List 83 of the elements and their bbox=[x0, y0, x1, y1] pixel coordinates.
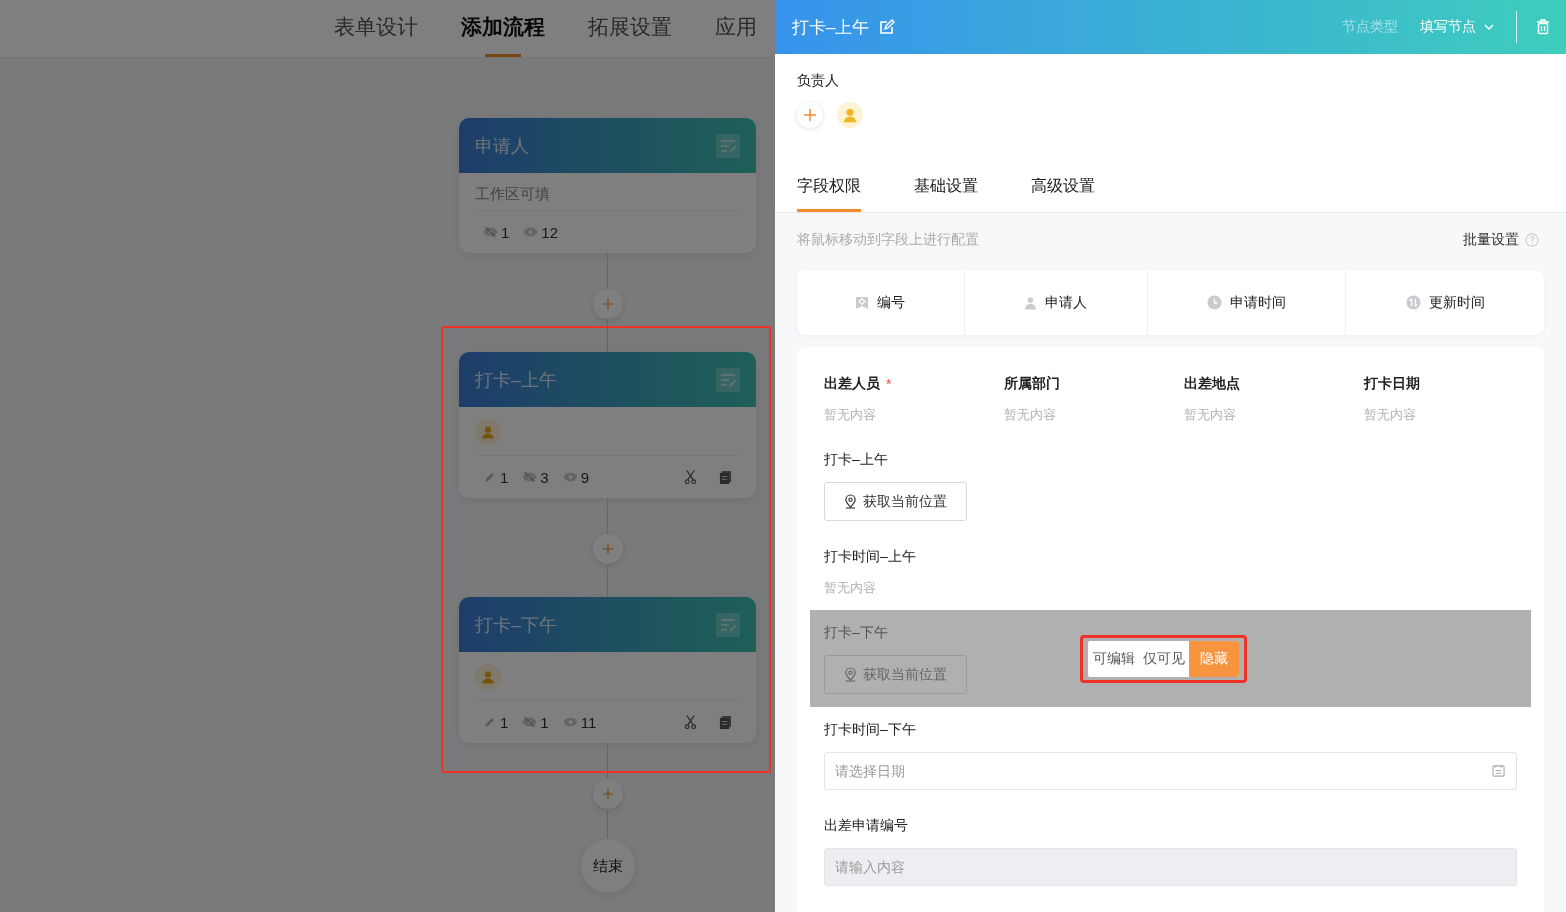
node-title: 申请人 bbox=[475, 134, 530, 158]
field-label: 打卡时间–上午 bbox=[824, 548, 916, 566]
field-label: 打卡日期 bbox=[1364, 375, 1420, 393]
get-location-button[interactable]: 获取当前位置 bbox=[824, 655, 967, 694]
copy-icon[interactable] bbox=[719, 469, 732, 485]
count-value: 12 bbox=[541, 223, 559, 241]
eye-icon bbox=[523, 226, 539, 238]
update-icon bbox=[1405, 295, 1421, 310]
add-node-button[interactable] bbox=[592, 779, 623, 809]
tag-icon bbox=[855, 295, 870, 310]
flow-node-card[interactable]: 打卡–上午 1 3 9 bbox=[459, 352, 756, 498]
system-field-label: 编号 bbox=[877, 293, 906, 312]
node-title: 打卡–下午 bbox=[475, 613, 558, 637]
count-value: 9 bbox=[580, 468, 590, 486]
pencil-icon bbox=[483, 715, 497, 729]
trash-icon[interactable] bbox=[1536, 19, 1550, 35]
field-label: 出差地点 bbox=[1184, 375, 1240, 393]
plus-icon bbox=[601, 298, 614, 310]
field-value: 暂无内容 bbox=[1004, 406, 1057, 424]
avatar-icon bbox=[475, 419, 501, 445]
add-node-button[interactable] bbox=[592, 289, 623, 319]
page-tab[interactable]: 应用 bbox=[715, 0, 757, 57]
field-label: 出差申请编号 bbox=[824, 817, 908, 835]
location-pin-icon bbox=[844, 667, 857, 682]
count-value: 11 bbox=[580, 713, 597, 731]
field-value: 暂无内容 bbox=[824, 579, 877, 597]
count-value: 1 bbox=[501, 223, 510, 241]
add-node-button[interactable] bbox=[592, 534, 623, 564]
count-value: 3 bbox=[540, 468, 549, 486]
eye-slash-icon bbox=[483, 226, 498, 238]
scissors-icon[interactable] bbox=[684, 714, 697, 730]
eye-slash-icon bbox=[522, 716, 538, 728]
count-value: 1 bbox=[500, 468, 509, 486]
field-value: 暂无内容 bbox=[1184, 406, 1237, 424]
field-label: 打卡时间–下午 bbox=[824, 721, 916, 739]
get-location-button[interactable]: 获取当前位置 bbox=[824, 482, 967, 521]
location-pin-icon bbox=[844, 494, 857, 509]
system-field-label: 更新时间 bbox=[1428, 293, 1485, 312]
node-title: 打卡–上午 bbox=[475, 368, 558, 392]
plus-icon bbox=[601, 788, 614, 800]
field-label: 打卡–上午 bbox=[824, 451, 888, 469]
node-type-label: 节点类型 bbox=[1342, 18, 1398, 36]
assignee-label: 负责人 bbox=[797, 72, 840, 90]
edit-icon[interactable] bbox=[879, 19, 896, 35]
plus-icon bbox=[601, 543, 614, 555]
add-assignee-button[interactable] bbox=[797, 102, 823, 128]
settings-tab[interactable]: 字段权限 bbox=[797, 176, 861, 212]
settings-tab[interactable]: 高级设置 bbox=[1031, 176, 1095, 212]
scissors-icon[interactable] bbox=[684, 469, 697, 485]
person-icon bbox=[1024, 295, 1038, 310]
settings-tab[interactable]: 基础设置 bbox=[914, 176, 978, 212]
field-label: 打卡–下午 bbox=[824, 624, 888, 642]
eye-slash-icon bbox=[522, 471, 538, 483]
required-mark: * bbox=[886, 376, 892, 392]
count-value: 1 bbox=[540, 713, 549, 731]
pencil-icon bbox=[483, 470, 497, 484]
chevron-down-icon bbox=[1484, 24, 1494, 30]
avatar-icon bbox=[837, 102, 863, 128]
count-value: 1 bbox=[500, 713, 509, 731]
avatar-icon bbox=[475, 664, 501, 690]
hovered-field-row[interactable]: 打卡–下午 获取当前位置 可编辑 仅可见 隐藏 bbox=[810, 610, 1531, 707]
system-field-label: 申请人 bbox=[1045, 293, 1088, 312]
field-value: 暂无内容 bbox=[824, 406, 877, 424]
field-value: 暂无内容 bbox=[1364, 406, 1417, 424]
calendar-icon[interactable] bbox=[1492, 764, 1505, 777]
field-label: 所属部门 bbox=[1004, 375, 1060, 393]
clock-icon bbox=[1206, 295, 1222, 310]
flow-node-card[interactable]: 打卡–下午 1 1 11 bbox=[459, 597, 756, 743]
help-icon[interactable] bbox=[1525, 233, 1539, 247]
page-tab[interactable]: 添加流程 bbox=[461, 0, 545, 57]
page-tab[interactable]: 表单设计 bbox=[334, 0, 418, 57]
date-field[interactable]: 请选择日期 bbox=[824, 752, 1517, 790]
plus-icon bbox=[803, 108, 817, 122]
copy-icon[interactable] bbox=[719, 714, 732, 730]
system-field-label: 申请时间 bbox=[1229, 293, 1286, 312]
drawer-title: 打卡–上午 bbox=[792, 16, 870, 39]
end-node: 结束 bbox=[580, 839, 635, 893]
batch-settings-link[interactable]: 批量设置 bbox=[1463, 231, 1519, 249]
eye-icon bbox=[562, 471, 578, 483]
page-tab[interactable]: 拓展设置 bbox=[588, 0, 672, 57]
hint-text: 将鼠标移动到字段上进行配置 bbox=[797, 231, 979, 249]
field-label: 出差人员 bbox=[824, 375, 880, 393]
eye-icon bbox=[562, 716, 578, 728]
